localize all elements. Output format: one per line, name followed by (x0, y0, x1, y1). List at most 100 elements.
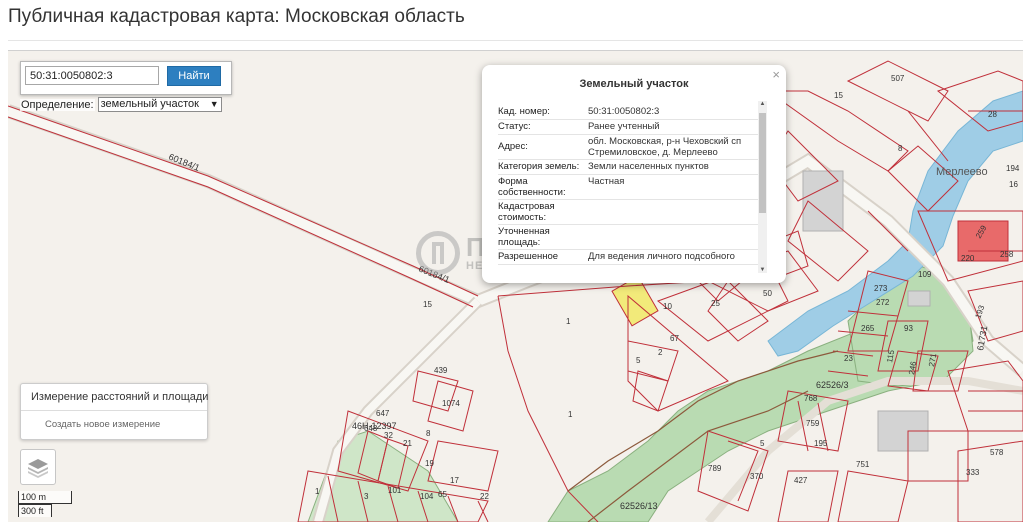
parcel-label: 759 (806, 419, 820, 428)
scroll-down-icon[interactable]: ▼ (759, 267, 766, 273)
definition-label: Определение: (20, 98, 95, 111)
info-value: Земли населенных пунктов (588, 161, 709, 172)
parcel-label: 333 (966, 468, 980, 477)
page-title: Публичная кадастровая карта: Московская … (8, 6, 465, 27)
parcel-label: 2 (658, 348, 663, 357)
parcel-label: 507 (891, 74, 905, 83)
parcel-label: 109 (918, 270, 932, 279)
info-row: Кадастровая стоимость: (498, 200, 760, 225)
definition-selected-value: земельный участок (100, 98, 199, 110)
info-label: Статус: (498, 121, 531, 132)
info-value (588, 226, 760, 248)
parcel-label: 370 (750, 472, 764, 481)
parcel-label: 1 (566, 317, 571, 326)
layers-button[interactable] (20, 449, 56, 485)
parcel-label: 50 (763, 289, 772, 298)
info-row: Уточненная площадь: (498, 225, 760, 250)
info-value: Частная (588, 176, 625, 187)
parcel-label: 648 (364, 424, 378, 433)
parcel-label: 789 (708, 464, 722, 473)
info-value: обл. Московская, р-н Чеховский сп Стреми… (588, 136, 742, 158)
cadastral-search-input[interactable] (25, 66, 159, 85)
info-value: 50:31:0050802:3 (588, 106, 660, 117)
measure-panel: Измерение расстояний и площади Создать н… (20, 383, 208, 440)
info-value: Для ведения личного подсобного (588, 251, 735, 262)
definition-row: Определение: земельный участок ▼ (20, 97, 222, 112)
parcel-label: 104 (420, 492, 434, 501)
parcel-label: 427 (794, 476, 808, 485)
info-row: Категория земель: Земли населенных пункт… (498, 160, 760, 175)
parcel-label: 220 (961, 254, 975, 263)
parcel-label: 32 (384, 431, 393, 440)
measure-divider (21, 410, 207, 411)
parcel-label: 258 (1000, 250, 1014, 259)
info-label: Разрешенное (498, 251, 559, 262)
parcel-label: 272 (876, 298, 890, 307)
parcel-label: 273 (874, 284, 888, 293)
scrollbar-thumb[interactable] (759, 113, 766, 213)
parcel-label: 21 (403, 439, 412, 448)
info-value: Ранее учтенный (588, 121, 660, 132)
parcel-label: 1 (315, 487, 320, 496)
parcel-label: 439 (434, 366, 448, 375)
info-row: Кад. номер: 50:31:0050802:3 (498, 105, 760, 120)
measure-title: Измерение расстояний и площади (31, 391, 209, 403)
building (907, 290, 931, 307)
parcel-label: 28 (988, 110, 997, 119)
parcel-label: 193 (973, 304, 986, 320)
info-label: Форма собственности: (498, 176, 566, 198)
parcel-label: 65 (438, 490, 447, 499)
selected-parcel[interactable] (611, 275, 659, 327)
parcel-label: 578 (990, 448, 1004, 457)
parcel-label: 10 (663, 302, 672, 311)
popup-scrollbar[interactable]: ▲ ▼ (758, 101, 767, 273)
map-viewport[interactable]: 60184/1 60184/1 46Н-12397 62526/3 62526/… (8, 50, 1023, 522)
parcel-label: 751 (856, 460, 870, 469)
layers-icon (28, 459, 48, 478)
scroll-up-icon[interactable]: ▲ (759, 101, 766, 107)
parcel-label: 5 (760, 439, 765, 448)
parcel-label: 194 (1006, 164, 1020, 173)
parcel-info-table[interactable]: Кад. номер: 50:31:0050802:3 Статус: Ране… (498, 105, 760, 277)
place-label: Мерлеево (936, 166, 988, 178)
parcel-label: 93 (904, 324, 913, 333)
parcel-label: 647 (376, 409, 390, 418)
parcel-label: 23 (844, 354, 853, 363)
info-label: Кад. номер: (498, 106, 550, 117)
info-row: Статус: Ранее учтенный (498, 120, 760, 135)
search-panel: Найти (20, 61, 232, 95)
info-row: Адрес: обл. Московская, р-н Чеховский сп… (498, 135, 760, 160)
parcel-label: 16 (1009, 180, 1018, 189)
parcel-label: 1 (568, 410, 573, 419)
parcel-label: 8 (426, 429, 431, 438)
create-measurement-link[interactable]: Создать новое измерение (45, 419, 160, 430)
parcel-label: 15 (423, 300, 432, 309)
info-label: Уточненная площадь: (498, 226, 550, 248)
info-label: Адрес: (498, 141, 528, 152)
parcel-label: 265 (861, 324, 875, 333)
parcel-label: 67 (670, 334, 679, 343)
scale-feet: 300 ft (18, 504, 52, 517)
search-button[interactable]: Найти (167, 66, 221, 86)
close-icon[interactable]: × (772, 67, 780, 82)
info-value (588, 201, 760, 223)
info-label: Категория земель: (498, 161, 580, 172)
definition-select[interactable]: земельный участок ▼ (97, 97, 222, 112)
parcel-label: 22 (480, 492, 489, 501)
parcel-label: 19 (425, 459, 434, 468)
parcel-label: 25 (711, 299, 720, 308)
road-label: 62526/13 (620, 501, 658, 511)
info-label: Кадастровая стоимость: (498, 201, 555, 223)
info-row: Разрешенное Для ведения личного подсобно… (498, 250, 760, 265)
chevron-down-icon: ▼ (209, 99, 219, 109)
parcel-label: 5 (636, 356, 641, 365)
info-row: Форма собственности: Частная (498, 175, 760, 200)
scale-meters: 100 m (18, 491, 72, 504)
parcel-label: 15 (834, 91, 843, 100)
parcel-label: 101 (388, 486, 402, 495)
parcel-label: 195 (814, 439, 828, 448)
parcel-label: 17 (450, 476, 459, 485)
parcel-label: 8 (898, 144, 903, 153)
road-label: 62526/3 (816, 380, 849, 390)
parcel-label: 3 (364, 492, 369, 501)
